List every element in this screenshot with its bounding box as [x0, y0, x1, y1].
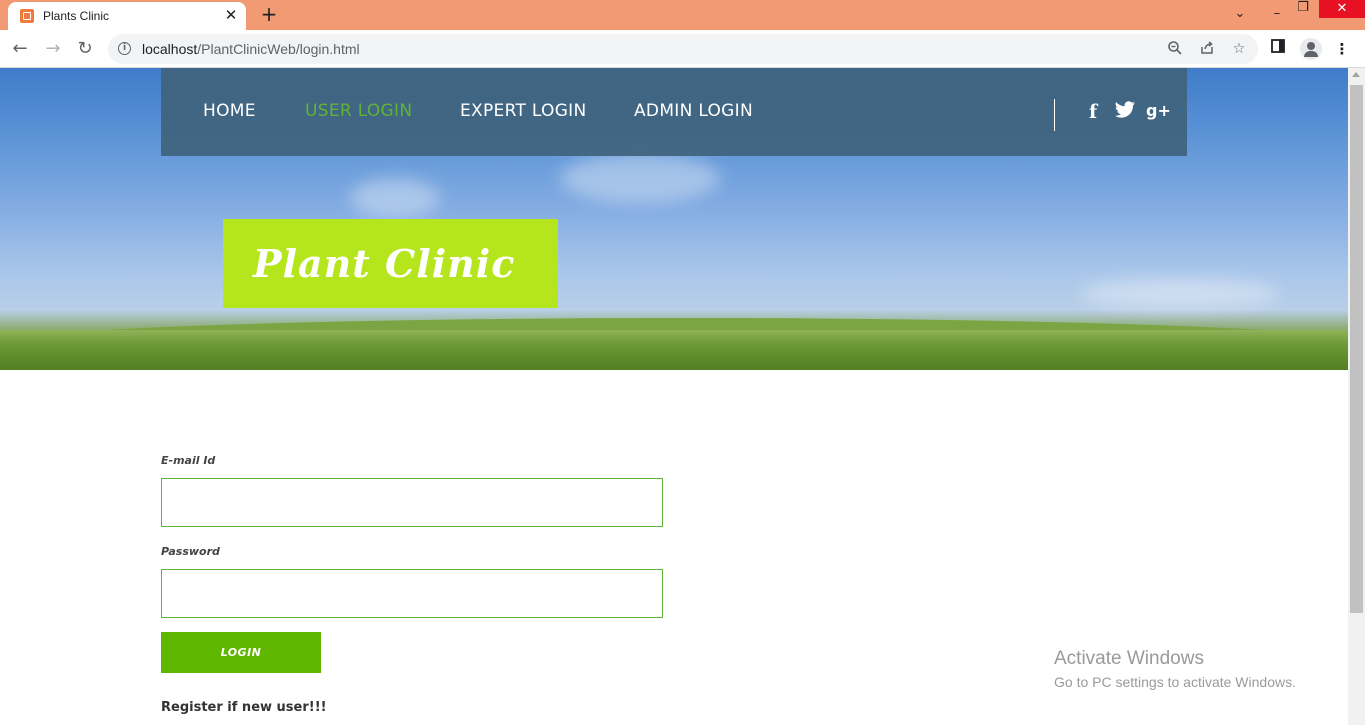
- side-panel-icon[interactable]: [1267, 38, 1289, 60]
- nav-user-login[interactable]: USER LOGIN: [305, 101, 412, 121]
- profile-avatar[interactable]: [1300, 38, 1322, 60]
- email-field[interactable]: [161, 478, 663, 527]
- reload-icon[interactable]: ↻: [74, 38, 96, 60]
- restore-button[interactable]: ❐: [1288, 0, 1318, 24]
- hero-banner: HOME USER LOGIN EXPERT LOGIN ADMIN LOGIN…: [0, 68, 1348, 370]
- password-field[interactable]: [161, 569, 663, 618]
- page-viewport: HOME USER LOGIN EXPERT LOGIN ADMIN LOGIN…: [0, 68, 1348, 725]
- activate-windows-title: Activate Windows: [1054, 648, 1204, 669]
- email-label: E-mail Id: [161, 454, 216, 467]
- site-logo: Plant Clinic: [223, 219, 558, 308]
- browser-tab-bar: Plants Clinic ✕ + ⌄ – ❐ ✕: [0, 0, 1365, 30]
- url-host: localhost: [142, 41, 198, 57]
- logo-text: Plant Clinic: [253, 241, 516, 286]
- zoom-icon[interactable]: [1166, 40, 1184, 58]
- back-arrow-icon[interactable]: ←: [9, 38, 31, 60]
- url-path: /PlantClinicWeb/login.html: [197, 41, 360, 57]
- cloud: [350, 178, 440, 218]
- tab-search-icon[interactable]: ⌄: [1225, 0, 1255, 30]
- nav-divider: [1054, 99, 1055, 131]
- browser-tab[interactable]: Plants Clinic ✕: [8, 2, 246, 30]
- nav-expert-login[interactable]: EXPERT LOGIN: [460, 101, 587, 121]
- new-tab-button[interactable]: +: [258, 3, 280, 25]
- tab-close-icon[interactable]: ✕: [222, 6, 240, 24]
- xampp-favicon-icon: [20, 9, 34, 23]
- share-icon[interactable]: [1198, 40, 1216, 58]
- scroll-up-arrow-icon[interactable]: [1352, 72, 1360, 77]
- password-label: Password: [161, 545, 220, 558]
- cloud: [560, 153, 720, 203]
- menu-kebab-icon[interactable]: ⋮: [1331, 38, 1353, 60]
- window-close-button[interactable]: ✕: [1319, 0, 1365, 18]
- address-bar[interactable]: i localhost/PlantClinicWeb/login.html ☆: [108, 34, 1258, 64]
- url-text[interactable]: localhost/PlantClinicWeb/login.html: [142, 41, 360, 57]
- nav-home[interactable]: HOME: [203, 101, 256, 121]
- forward-arrow-icon[interactable]: →: [42, 38, 64, 60]
- bookmark-star-icon[interactable]: ☆: [1230, 40, 1248, 58]
- site-info-icon[interactable]: i: [118, 42, 131, 55]
- page-scrollbar[interactable]: [1348, 68, 1365, 725]
- cloud: [1080, 278, 1280, 308]
- google-plus-icon[interactable]: g+: [1146, 101, 1171, 123]
- twitter-icon[interactable]: [1114, 101, 1136, 123]
- activate-windows-subtitle: Go to PC settings to activate Windows.: [1054, 674, 1296, 690]
- tab-title: Plants Clinic: [43, 9, 110, 23]
- main-nav: HOME USER LOGIN EXPERT LOGIN ADMIN LOGIN…: [161, 68, 1187, 156]
- register-link[interactable]: Register if new user!!!: [161, 700, 327, 715]
- facebook-icon[interactable]: f: [1089, 101, 1097, 123]
- grass-field: [0, 330, 1348, 370]
- login-button[interactable]: LOGIN: [161, 632, 321, 673]
- browser-toolbar: ← → ↻ i localhost/PlantClinicWeb/login.h…: [0, 30, 1365, 68]
- scroll-thumb[interactable]: [1350, 85, 1363, 613]
- nav-admin-login[interactable]: ADMIN LOGIN: [634, 101, 753, 121]
